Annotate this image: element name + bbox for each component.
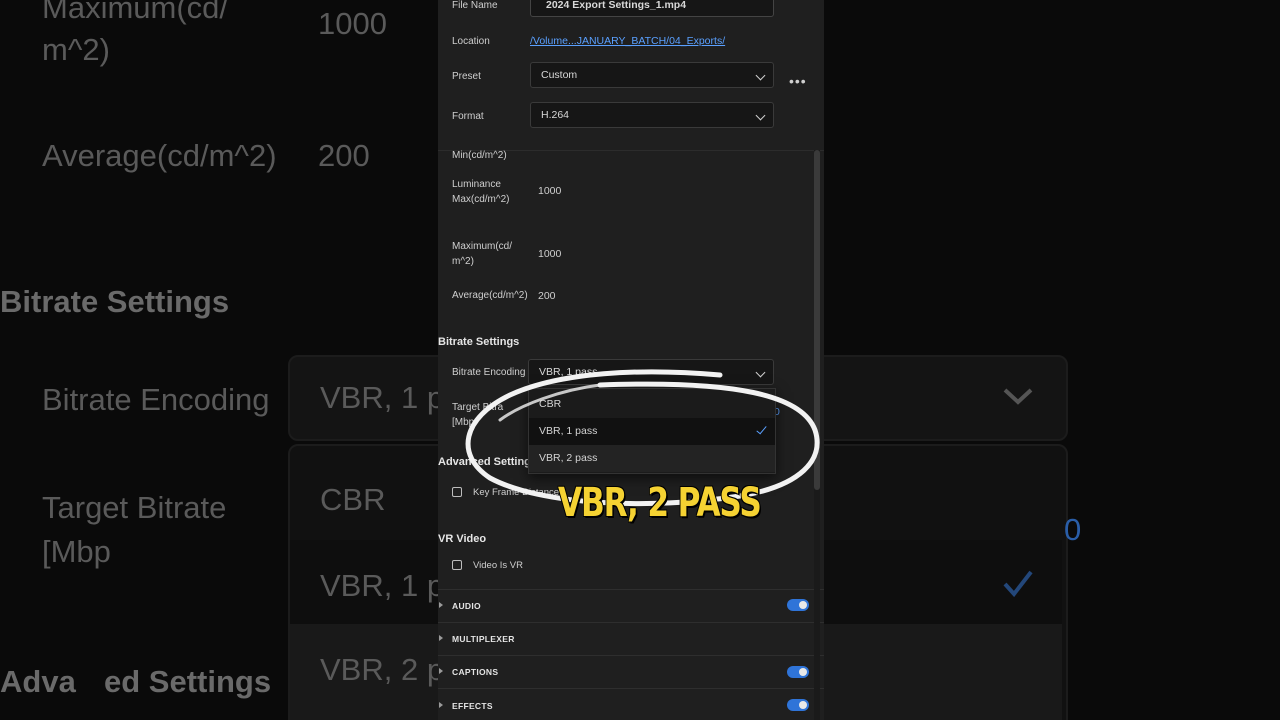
annotation-circle bbox=[465, 369, 820, 507]
overlay-caption: VBR, 2 PASS bbox=[558, 480, 762, 526]
